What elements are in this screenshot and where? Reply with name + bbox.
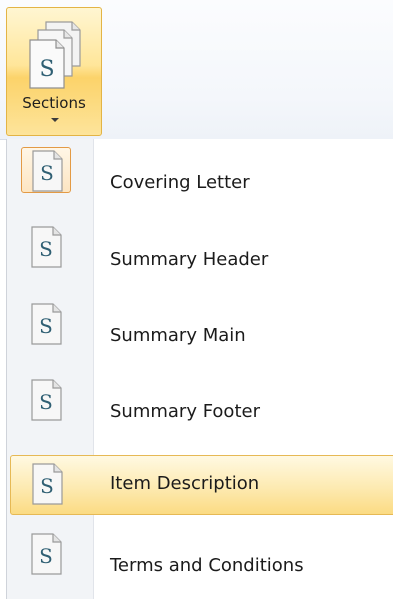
stacked-icon-letter: S [39, 57, 54, 82]
menu-item-summary-header[interactable]: S Summary Header [7, 218, 393, 290]
item-icon-slot: S [21, 377, 71, 423]
section-icon-letter: S [39, 237, 53, 261]
section-icon-letter: S [39, 544, 53, 568]
menu-item-terms-and-conditions[interactable]: S Terms and Conditions [7, 525, 393, 597]
section-document-icon: S [31, 303, 62, 345]
section-document-icon: S [31, 226, 62, 268]
stacked-section-documents-icon: S [29, 21, 81, 89]
section-document-icon: S [31, 379, 62, 421]
menu-item-label: Summary Header [110, 249, 269, 270]
section-icon-letter: S [39, 314, 53, 338]
checked-item-highlight: S [21, 147, 71, 193]
sections-dropdown-button[interactable]: S Sections [6, 7, 102, 136]
menu-item-covering-letter[interactable]: S Covering Letter [7, 139, 393, 211]
menu-item-label: Item Description [110, 473, 260, 494]
chevron-down-icon [51, 118, 59, 122]
item-icon-slot: S [21, 224, 71, 270]
section-icon-letter: S [40, 474, 54, 498]
menu-item-label: Summary Main [110, 325, 246, 346]
menu-item-item-description[interactable]: S Item Description [10, 455, 393, 515]
section-icon-letter: S [40, 161, 54, 185]
section-document-icon: S [31, 533, 62, 575]
section-document-icon: S [32, 150, 63, 192]
menu-item-summary-main[interactable]: S Summary Main [7, 295, 393, 367]
menu-item-label: Covering Letter [110, 172, 250, 193]
menu-item-label: Summary Footer [110, 401, 260, 422]
section-icon-letter: S [39, 390, 53, 414]
menu-item-summary-footer[interactable]: S Summary Footer [7, 371, 393, 443]
sections-button-label: Sections [22, 94, 86, 112]
menu-item-label: Terms and Conditions [110, 555, 304, 576]
item-icon-slot: S [21, 301, 71, 347]
sections-dropdown-menu: S Covering Letter S Summary Header S Sum… [6, 139, 393, 599]
ribbon: S Sections [0, 0, 393, 140]
item-icon-slot: S [22, 461, 72, 507]
section-document-icon: S [32, 463, 63, 505]
item-icon-slot: S [21, 531, 71, 577]
